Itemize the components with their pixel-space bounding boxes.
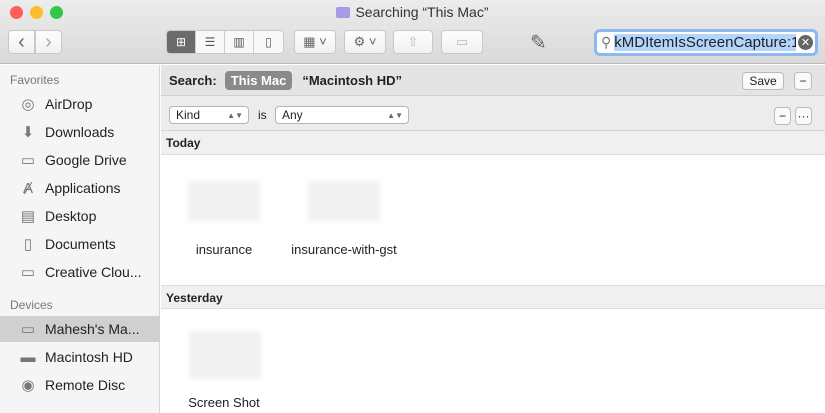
- arrange-icon: ▦ ˅: [303, 34, 327, 49]
- sidebar-item-label: Downloads: [45, 124, 115, 140]
- file-name[interactable]: insurance-with-gst: [289, 241, 399, 259]
- save-button[interactable]: Save: [742, 72, 784, 90]
- search-scope-bar: Search: This Mac “Macintosh HD” Save −: [161, 65, 825, 96]
- sidebar-item-label: Desktop: [45, 208, 97, 224]
- group-header-today: Today: [161, 131, 825, 155]
- tags-button[interactable]: ▭: [441, 30, 483, 54]
- updown-icon: ▲▼: [227, 110, 243, 120]
- window-title: Searching “This Mac”: [0, 4, 825, 20]
- remove-rule-button[interactable]: −: [774, 107, 791, 125]
- sidebar-item[interactable]: Ⱥ Applications: [0, 175, 160, 201]
- search-label: Search:: [169, 72, 217, 88]
- sidebar-item[interactable]: ▬ Macintosh HD: [0, 344, 160, 370]
- tag-icon: ▭: [455, 34, 469, 49]
- cover-flow-icon[interactable]: ▯: [254, 31, 283, 53]
- main-content: Search: This Mac “Macintosh HD” Save − K…: [161, 65, 825, 413]
- sidebar-item[interactable]: ◎ AirDrop: [0, 91, 160, 117]
- documents-icon: ▯: [23, 236, 33, 253]
- title-bar: Searching “This Mac” ‹ › ⊞ ☰ ▥ ▯ ▦ ˅ ⚙ ˅…: [0, 0, 825, 64]
- sidebar-item[interactable]: ⬇ Downloads: [0, 119, 160, 145]
- sidebar: Favorites ◎ AirDrop ⬇ Downloads ▭ Google Driv…: [0, 65, 160, 413]
- sidebar-item[interactable]: ◉ Remote Disc: [0, 372, 160, 398]
- devices-header: Devices: [10, 298, 53, 312]
- remove-search-button[interactable]: −: [794, 72, 812, 90]
- sidebar-item[interactable]: ▭ Mahesh's Ma...: [0, 316, 160, 342]
- favorites-header: Favorites: [10, 73, 60, 87]
- applications-icon: Ⱥ: [22, 179, 33, 197]
- gear-icon: ⚙ ˅: [353, 34, 377, 49]
- sidebar-item-label: Creative Clou...: [45, 264, 142, 280]
- folder-icon: ▭: [20, 152, 36, 169]
- value-value: Any: [282, 108, 303, 122]
- clear-search-icon[interactable]: ✕: [798, 35, 813, 50]
- smart-folder-icon: [336, 7, 351, 18]
- sidebar-item[interactable]: ▭ Creative Clou...: [0, 259, 160, 285]
- action-button[interactable]: ⚙ ˅: [344, 30, 386, 54]
- search-field[interactable]: ⚲ kMDItemIsScreenCapture:1 ✕: [594, 29, 818, 56]
- share-icon: ⇧: [407, 34, 419, 49]
- laptop-icon: ▭: [20, 321, 36, 338]
- add-nested-rule-button[interactable]: ···: [795, 107, 812, 125]
- attribute-popup[interactable]: Kind ▲▼: [169, 106, 249, 124]
- column-view-icon[interactable]: ▥: [225, 31, 254, 53]
- search-icon: ⚲: [601, 34, 612, 50]
- list-view-icon[interactable]: ☰: [196, 31, 225, 53]
- file-thumbnail[interactable]: [188, 181, 260, 221]
- folder-icon: ▭: [20, 264, 36, 281]
- scope-this-mac[interactable]: This Mac: [224, 70, 293, 90]
- filter-row: Kind ▲▼ is Any ▲▼ − ···: [161, 96, 825, 131]
- icon-view-icon[interactable]: ⊞: [167, 31, 196, 53]
- sidebar-item-label: Google Drive: [45, 152, 127, 168]
- sidebar-item-label: Mahesh's Ma...: [45, 321, 140, 337]
- updown-icon: ▲▼: [387, 110, 403, 120]
- forward-button[interactable]: ›: [35, 30, 62, 54]
- airdrop-icon: ◎: [21, 96, 35, 113]
- arrange-button[interactable]: ▦ ˅: [294, 30, 336, 54]
- file-thumbnail[interactable]: [189, 331, 261, 379]
- sidebar-item-label: Documents: [45, 236, 116, 252]
- file-thumbnail[interactable]: [308, 181, 380, 221]
- sidebar-item-label: Applications: [45, 180, 121, 196]
- search-input[interactable]: kMDItemIsScreenCapture:1: [614, 34, 796, 51]
- operator-label: is: [258, 108, 267, 122]
- back-button[interactable]: ‹: [8, 30, 35, 54]
- disc-icon: ◉: [21, 377, 35, 394]
- share-button[interactable]: ⇧: [393, 30, 433, 54]
- file-name[interactable]: Screen Shot: [169, 394, 279, 412]
- sidebar-item-label: AirDrop: [45, 96, 93, 112]
- group-header-yesterday: Yesterday: [161, 285, 825, 309]
- desktop-icon: ▤: [20, 208, 36, 225]
- sidebar-item[interactable]: ▤ Desktop: [0, 203, 160, 229]
- attribute-value: Kind: [176, 108, 201, 122]
- sidebar-item-label: Remote Disc: [45, 377, 126, 393]
- sidebar-item[interactable]: ▭ Google Drive: [0, 147, 160, 173]
- downloads-icon: ⬇: [21, 124, 35, 141]
- file-name[interactable]: insurance: [169, 241, 279, 259]
- scope-macintosh-hd[interactable]: “Macintosh HD”: [302, 73, 402, 88]
- disk-icon: ▬: [20, 348, 36, 366]
- value-popup[interactable]: Any ▲▼: [275, 106, 409, 124]
- sidebar-item[interactable]: ▯ Documents: [0, 231, 160, 257]
- automator-icon[interactable]: ✎: [530, 30, 547, 55]
- sidebar-item-label: Macintosh HD: [45, 349, 133, 365]
- view-mode-selector[interactable]: ⊞ ☰ ▥ ▯: [166, 30, 284, 54]
